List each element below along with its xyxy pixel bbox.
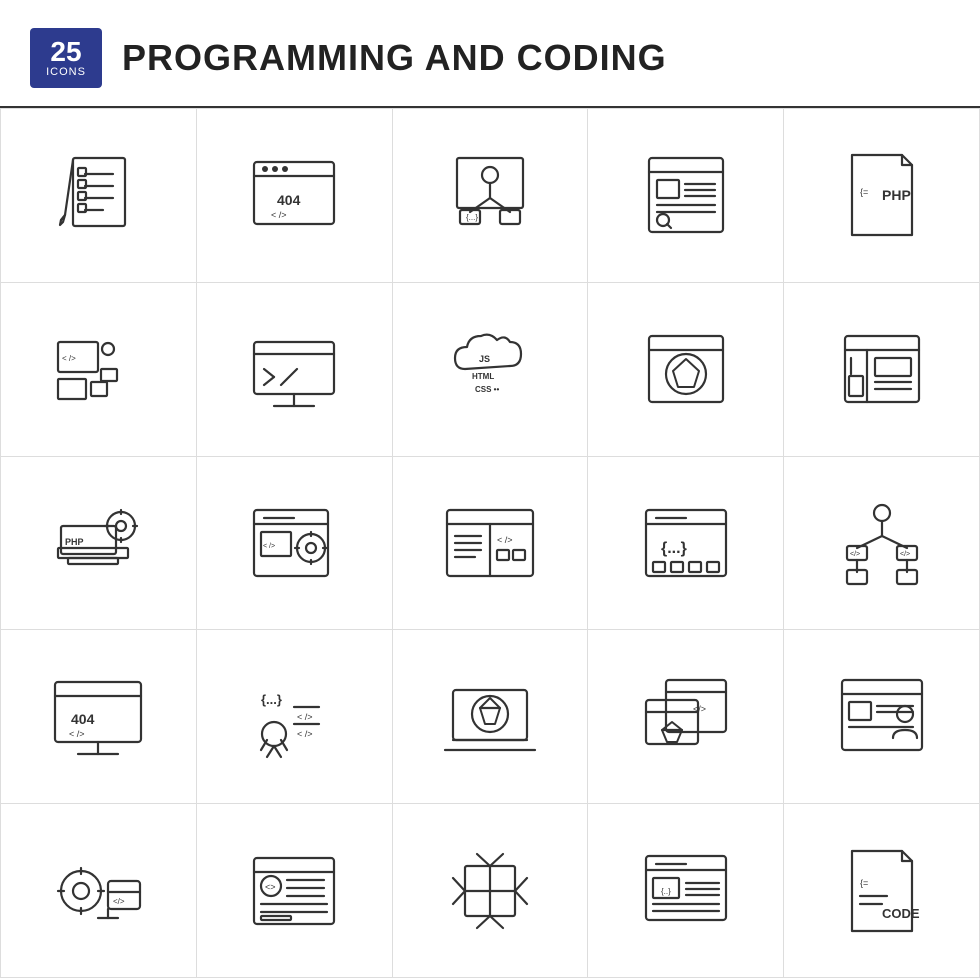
icon-browser-edit: {..} — [588, 804, 784, 978]
svg-text:{=: {= — [860, 878, 868, 888]
svg-text:< />: < /> — [271, 210, 287, 220]
icon-resize-arrows — [393, 804, 589, 978]
icon-cloud-js-html-css: JS HTML CSS •• — [393, 283, 589, 457]
svg-text:CODE: CODE — [882, 906, 920, 921]
icon-network-hierarchy: </> </> — [784, 457, 980, 631]
svg-text:HTML: HTML — [472, 372, 494, 381]
svg-text:< />: < /> — [297, 712, 313, 722]
icon-code-file: {= CODE — [784, 804, 980, 978]
svg-text:{...}: {...} — [261, 692, 282, 707]
icon-gem-code-window: </> — [588, 630, 784, 804]
badge-label: ICONS — [46, 66, 86, 78]
svg-text:</>: </> — [850, 551, 860, 558]
icon-php-settings: PHP — [1, 457, 197, 631]
svg-text:PHP: PHP — [882, 187, 911, 203]
icon-code-editor: < /> — [393, 457, 589, 631]
svg-text:</>: </> — [900, 551, 910, 558]
icon-count-badge: 25 ICONS — [30, 28, 102, 88]
badge-number: 25 — [50, 38, 81, 66]
icon-monitor-404: 404 < /> — [1, 630, 197, 804]
icon-gem-laptop — [393, 630, 589, 804]
icon-php-file: {= PHP — [784, 109, 980, 283]
svg-text:{=: {= — [860, 187, 868, 197]
svg-text:{...}: {...} — [661, 540, 687, 557]
svg-text:< />: < /> — [497, 535, 513, 545]
icon-browser-user — [784, 630, 980, 804]
svg-text:</>: </> — [113, 897, 125, 906]
icon-browser-content: <> — [197, 804, 393, 978]
icon-ui-layout — [784, 283, 980, 457]
svg-text:404: 404 — [277, 192, 301, 208]
svg-text:< />: < /> — [297, 729, 313, 739]
icon-grid: 404 < /> {...} — [0, 108, 980, 978]
svg-text:JS: JS — [479, 354, 490, 364]
svg-text:404: 404 — [71, 711, 95, 727]
svg-text:PHP: PHP — [65, 537, 84, 547]
svg-text:< />: < /> — [69, 729, 85, 739]
icon-gear-code: </> — [1, 804, 197, 978]
icon-browser-404: 404 < /> — [197, 109, 393, 283]
svg-text:<>: <> — [265, 882, 276, 892]
svg-text:< />: < /> — [263, 543, 275, 550]
icon-checklist-edit — [1, 109, 197, 283]
icon-browser-curly: {...} — [588, 457, 784, 631]
svg-text:</>: </> — [693, 704, 706, 714]
header: 25 ICONS PROGRAMMING AND CODING — [0, 0, 980, 108]
svg-text:{...}: {...} — [466, 213, 478, 222]
icon-webpage-article — [588, 109, 784, 283]
icon-ruby-browser — [588, 283, 784, 457]
icon-desktop-code — [197, 283, 393, 457]
svg-text:< />: < /> — [62, 354, 76, 363]
svg-text:{..}: {..} — [661, 887, 671, 896]
icon-browser-settings: < /> — [197, 457, 393, 631]
icon-developer-code: {...} < /> < /> — [197, 630, 393, 804]
svg-text:CSS ••: CSS •• — [475, 385, 499, 394]
page-title: PROGRAMMING AND CODING — [122, 37, 667, 79]
icon-network-diagram: {...} — [393, 109, 589, 283]
icon-responsive-design: < /> — [1, 283, 197, 457]
